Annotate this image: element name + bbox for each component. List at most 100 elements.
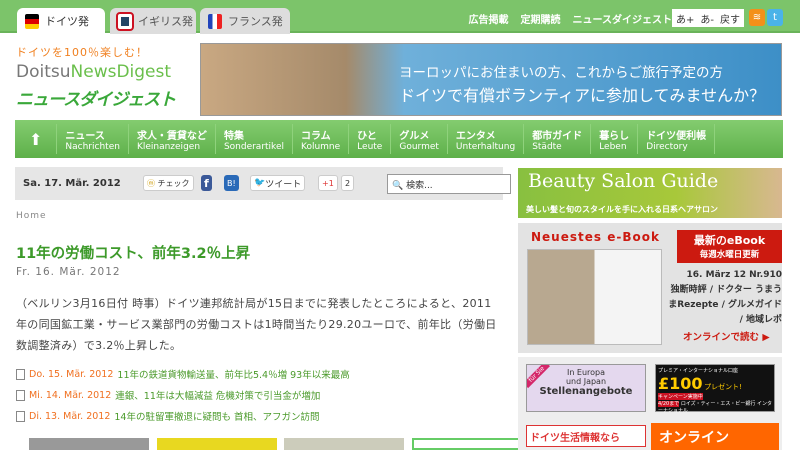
nav-item-sonderartikel[interactable]: 特集 Sonderartikel [216, 124, 293, 154]
ad-line: プレミア・インターナショナル口座 [658, 368, 739, 374]
font-smaller-button[interactable]: あ- [700, 11, 714, 26]
read-online-link[interactable]: オンラインで読む ▶ [683, 329, 770, 343]
font-larger-button[interactable]: あ+ [676, 11, 694, 26]
nav-label-jp: 求人・賃貸など [136, 130, 207, 142]
french-flag-icon [208, 13, 222, 29]
link-advertise[interactable]: 広告掲載 [469, 11, 509, 26]
ebook-cover-image[interactable] [527, 249, 662, 345]
beauty-salon-banner[interactable]: Beauty Salon Guide 美しい髪と旬のスタイルを手に入れる日系ヘア… [518, 168, 782, 218]
ebook-badge: 最新のeBook 毎週水曜日更新 [677, 230, 782, 263]
tweet-button[interactable]: 🐦 ツイート [250, 175, 306, 191]
related-date: Mi. 14. Mär. 2012 [29, 389, 112, 401]
nav-label-de: Sonderartikel [223, 141, 284, 152]
german-flag-icon [25, 13, 39, 29]
nav-item-nachrichten[interactable]: ニュース Nachrichten [57, 124, 129, 154]
nav-label-de: Kleinanzeigen [136, 141, 201, 152]
nav-label-jp: 特集 [223, 130, 244, 142]
thumbnail-image[interactable] [284, 438, 404, 450]
banner-line1: ヨーロッパにお住まいの方、これからご旅行予定の方 [399, 65, 723, 81]
banner-line2: ドイツで有償ボランティアに参加してみませんか？ [399, 86, 766, 105]
ad-line: Stellenangebote [539, 386, 633, 397]
bank-ad[interactable]: プレミア・インターナショナル口座 £100 プレゼント! キャンペーン実施中 4… [655, 364, 775, 414]
tab-france[interactable]: フランス発 [200, 8, 290, 34]
article-date: Fr. 16. Mär. 2012 [16, 266, 121, 278]
top-links: 広告掲載 定期購読 ニュースダイジェストとは？ [469, 11, 703, 26]
nav-label-jp: ドイツ便利帳 [646, 130, 707, 142]
germany-life-ad[interactable]: ドイツ生活情報なら [526, 425, 646, 447]
nav-label-de: Leute [357, 141, 383, 152]
nav-label-de: Directory [646, 141, 688, 152]
ad-amount: £100 [658, 374, 703, 393]
rss-icon[interactable]: ≋ [749, 9, 765, 26]
document-icon [16, 389, 25, 401]
document-icon [16, 368, 25, 380]
related-article[interactable]: Di. 13. Mär. 2012 14年の駐留軍撤退に疑問も 首相、アフガン訪問 [16, 409, 320, 423]
job-ad[interactable]: für Sie In Europa und Japan Stellenangebot… [526, 364, 646, 412]
nav-item-stdte[interactable]: 都市ガイド Städte [524, 124, 592, 154]
logo-japanese: ニュースダイジェスト [16, 90, 176, 110]
related-title[interactable]: 11年の鉄道貨物輸送量、前年比5.4％増 93年以来最高 [117, 367, 349, 381]
check-label: チェック [157, 178, 190, 188]
thumbnail-image[interactable] [412, 438, 532, 450]
google-plus-count: 2 [341, 175, 355, 191]
nav-item-kleinanzeigen[interactable]: 求人・賃貸など Kleinanzeigen [129, 124, 216, 154]
related-article[interactable]: Mi. 14. Mär. 2012 連銀、11年は大幅減益 危機対策で引当金が増加 [16, 388, 320, 402]
hatena-bookmark-icon[interactable]: B! [224, 175, 239, 191]
nav-label-jp: ひと [357, 130, 377, 142]
nav-item-gourmet[interactable]: グルメ Gourmet [391, 124, 448, 154]
thumbnail-image[interactable] [157, 438, 277, 450]
ebook-box[interactable]: Neuestes e-Book 最新のeBook 毎週水曜日更新 16. März… [518, 223, 782, 353]
breadcrumb[interactable]: Home [16, 211, 47, 221]
nav-label-de: Gourmet [399, 141, 439, 152]
main-nav: ⬆ ニュース Nachrichten 求人・賃貸など Kleinanzeigen 特集 S… [15, 120, 783, 158]
nav-label-de: Unterhaltung [455, 141, 516, 152]
nav-label-jp: エンタメ [455, 130, 496, 142]
online-ad[interactable]: オンライン [651, 423, 779, 450]
google-plus-button[interactable]: +1 [318, 175, 338, 191]
tagline: ドイツを100％楽しむ！ [16, 46, 148, 59]
document-icon [16, 410, 25, 422]
ad-line: und Japan [565, 377, 607, 386]
related-article[interactable]: Do. 15. Mär. 2012 11年の鉄道貨物輸送量、前年比5.4％増 93… [16, 367, 350, 381]
nav-label-de: Städte [532, 141, 562, 152]
nav-item-leben[interactable]: 暮らし Leben [591, 124, 639, 154]
nav-label-jp: 都市ガイド [532, 130, 583, 142]
thumbnail-image[interactable] [29, 438, 149, 450]
nav-item-leute[interactable]: ひと Leute [349, 124, 392, 154]
volunteer-banner[interactable]: ヨーロッパにお住まいの方、これからご旅行予定の方 ドイツで有償ボランティアに参加… [200, 43, 782, 116]
logo[interactable]: DoitsuNewsDigest [16, 62, 171, 82]
badge-line1: 最新のeBook [693, 234, 766, 247]
font-reset-button[interactable]: 戻す [720, 11, 740, 26]
related-date: Do. 15. Mär. 2012 [29, 368, 114, 380]
twitter-icon[interactable]: t [767, 9, 783, 26]
related-title[interactable]: 14年の駐留軍撤退に疑問も 首相、アフガン訪問 [114, 409, 319, 423]
related-title[interactable]: 連銀、11年は大幅減益 危機対策で引当金が増加 [115, 388, 320, 402]
tab-germany[interactable]: ドイツ発 [17, 8, 105, 34]
nav-item-unterhaltung[interactable]: エンタメ Unterhaltung [448, 124, 525, 154]
nav-label-jp: グルメ [399, 130, 430, 142]
facebook-icon[interactable]: f [201, 175, 212, 191]
nav-label-jp: コラム [300, 130, 331, 142]
badge-line2: 毎週水曜日更新 [699, 250, 760, 260]
tab-uk[interactable]: イギリス発 [110, 8, 196, 34]
mixi-icon: ⓜ [147, 178, 155, 188]
toolbar: Sa. 17. Mär. 2012 ⓜ チェック f B! 🐦 ツイート +1 2… [15, 167, 511, 200]
ad-until: 4/20まで [658, 401, 680, 407]
mixi-check-button[interactable]: ⓜ チェック [143, 175, 194, 191]
nav-item-directory[interactable]: ドイツ便利帳 Directory [638, 124, 716, 154]
ebook-issue: 16. März 12 Nr.910 [686, 270, 782, 280]
article-body: （ベルリン3月16日付 時事）ドイツ連邦統計局が15日までに発表したところによる… [16, 297, 497, 352]
nav-label-de: Kolumne [300, 141, 341, 152]
link-subscribe[interactable]: 定期購読 [521, 11, 561, 26]
font-size-controls: あ+ あ- 戻す [672, 9, 744, 27]
nav-item-kolumne[interactable]: コラム Kolumne [293, 124, 350, 154]
nav-label-de: Leben [599, 141, 627, 152]
beauty-title: Beauty Salon Guide [528, 170, 719, 192]
search-input[interactable]: 🔍 検索... [387, 174, 511, 194]
ad-line: プレゼント! [704, 383, 742, 391]
ads-area: für Sie In Europa und Japan Stellenangebot… [518, 357, 782, 450]
tweet-label: ツイート [265, 179, 302, 190]
home-icon[interactable]: ⬆ [15, 124, 58, 154]
logo-text-b: NewsDigest [70, 62, 172, 82]
tab-label: フランス発 [228, 15, 283, 28]
